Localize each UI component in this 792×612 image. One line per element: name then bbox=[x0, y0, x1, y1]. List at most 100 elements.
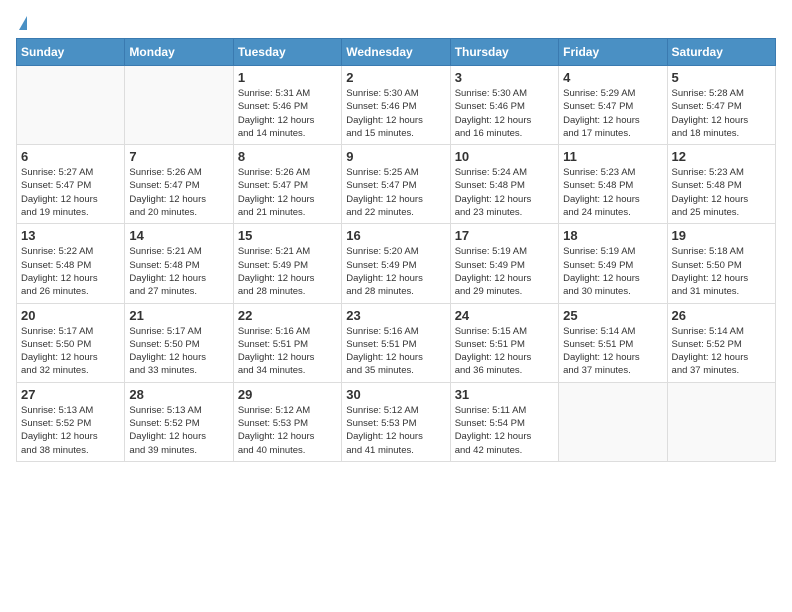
calendar-day-cell: 11 Sunrise: 5:23 AMSunset: 5:48 PMDayligh… bbox=[559, 145, 667, 224]
day-info: Sunrise: 5:16 AMSunset: 5:51 PMDaylight:… bbox=[238, 325, 337, 378]
day-info: Sunrise: 5:19 AMSunset: 5:49 PMDaylight:… bbox=[455, 245, 554, 298]
day-number: 18 bbox=[563, 228, 662, 243]
day-info: Sunrise: 5:13 AMSunset: 5:52 PMDaylight:… bbox=[21, 404, 120, 457]
calendar-day-cell: 23 Sunrise: 5:16 AMSunset: 5:51 PMDayligh… bbox=[342, 303, 450, 382]
day-number: 20 bbox=[21, 308, 120, 323]
calendar-day-cell bbox=[125, 66, 233, 145]
calendar-day-cell: 3 Sunrise: 5:30 AMSunset: 5:46 PMDaylight… bbox=[450, 66, 558, 145]
calendar-day-cell: 2 Sunrise: 5:30 AMSunset: 5:46 PMDaylight… bbox=[342, 66, 450, 145]
day-number: 1 bbox=[238, 70, 337, 85]
day-info: Sunrise: 5:25 AMSunset: 5:47 PMDaylight:… bbox=[346, 166, 445, 219]
calendar-week-row: 6Sunrise: 5:27 AMSunset: 5:47 PMDaylight… bbox=[17, 145, 776, 224]
calendar-day-cell: 20Sunrise: 5:17 AMSunset: 5:50 PMDayligh… bbox=[17, 303, 125, 382]
calendar-week-row: 27 Sunrise: 5:13 AMSunset: 5:52 PMDayligh… bbox=[17, 382, 776, 461]
page-header bbox=[16, 16, 776, 30]
calendar-day-cell bbox=[667, 382, 775, 461]
day-info: Sunrise: 5:26 AMSunset: 5:47 PMDaylight:… bbox=[129, 166, 228, 219]
day-number: 14 bbox=[129, 228, 228, 243]
day-info: Sunrise: 5:30 AMSunset: 5:46 PMDaylight:… bbox=[455, 87, 554, 140]
day-info: Sunrise: 5:18 AMSunset: 5:50 PMDaylight:… bbox=[672, 245, 771, 298]
day-number: 6 bbox=[21, 149, 120, 164]
day-number: 5 bbox=[672, 70, 771, 85]
calendar-week-row: 1 Sunrise: 5:31 AMSunset: 5:46 PMDaylight… bbox=[17, 66, 776, 145]
calendar-day-cell: 21 Sunrise: 5:17 AMSunset: 5:50 PMDayligh… bbox=[125, 303, 233, 382]
day-info: Sunrise: 5:29 AMSunset: 5:47 PMDaylight:… bbox=[563, 87, 662, 140]
calendar-day-cell: 9 Sunrise: 5:25 AMSunset: 5:47 PMDaylight… bbox=[342, 145, 450, 224]
calendar-day-cell bbox=[17, 66, 125, 145]
calendar-day-cell: 27 Sunrise: 5:13 AMSunset: 5:52 PMDayligh… bbox=[17, 382, 125, 461]
calendar-day-cell: 31 Sunrise: 5:11 AMSunset: 5:54 PMDayligh… bbox=[450, 382, 558, 461]
day-info: Sunrise: 5:28 AMSunset: 5:47 PMDaylight:… bbox=[672, 87, 771, 140]
day-info: Sunrise: 5:31 AMSunset: 5:46 PMDaylight:… bbox=[238, 87, 337, 140]
weekday-header-sunday: Sunday bbox=[17, 39, 125, 66]
day-number: 10 bbox=[455, 149, 554, 164]
day-number: 11 bbox=[563, 149, 662, 164]
logo-triangle-icon bbox=[19, 16, 27, 30]
day-number: 7 bbox=[129, 149, 228, 164]
day-info: Sunrise: 5:23 AMSunset: 5:48 PMDaylight:… bbox=[563, 166, 662, 219]
day-number: 21 bbox=[129, 308, 228, 323]
day-info: Sunrise: 5:12 AMSunset: 5:53 PMDaylight:… bbox=[238, 404, 337, 457]
day-info: Sunrise: 5:30 AMSunset: 5:46 PMDaylight:… bbox=[346, 87, 445, 140]
calendar-day-cell: 14Sunrise: 5:21 AMSunset: 5:48 PMDayligh… bbox=[125, 224, 233, 303]
calendar-day-cell bbox=[559, 382, 667, 461]
day-number: 9 bbox=[346, 149, 445, 164]
day-number: 24 bbox=[455, 308, 554, 323]
day-info: Sunrise: 5:12 AMSunset: 5:53 PMDaylight:… bbox=[346, 404, 445, 457]
day-info: Sunrise: 5:26 AMSunset: 5:47 PMDaylight:… bbox=[238, 166, 337, 219]
day-info: Sunrise: 5:23 AMSunset: 5:48 PMDaylight:… bbox=[672, 166, 771, 219]
day-number: 28 bbox=[129, 387, 228, 402]
calendar-day-cell: 28 Sunrise: 5:13 AMSunset: 5:52 PMDayligh… bbox=[125, 382, 233, 461]
weekday-header-wednesday: Wednesday bbox=[342, 39, 450, 66]
calendar-day-cell: 29 Sunrise: 5:12 AMSunset: 5:53 PMDayligh… bbox=[233, 382, 341, 461]
day-info: Sunrise: 5:21 AMSunset: 5:49 PMDaylight:… bbox=[238, 245, 337, 298]
weekday-header-thursday: Thursday bbox=[450, 39, 558, 66]
day-info: Sunrise: 5:17 AMSunset: 5:50 PMDaylight:… bbox=[129, 325, 228, 378]
day-number: 29 bbox=[238, 387, 337, 402]
calendar-day-cell: 10 Sunrise: 5:24 AMSunset: 5:48 PMDayligh… bbox=[450, 145, 558, 224]
day-number: 27 bbox=[21, 387, 120, 402]
calendar-day-cell: 8 Sunrise: 5:26 AMSunset: 5:47 PMDaylight… bbox=[233, 145, 341, 224]
day-info: Sunrise: 5:11 AMSunset: 5:54 PMDaylight:… bbox=[455, 404, 554, 457]
day-number: 16 bbox=[346, 228, 445, 243]
day-number: 31 bbox=[455, 387, 554, 402]
calendar-day-cell: 1 Sunrise: 5:31 AMSunset: 5:46 PMDaylight… bbox=[233, 66, 341, 145]
calendar-header-row: SundayMondayTuesdayWednesdayThursdayFrid… bbox=[17, 39, 776, 66]
calendar-day-cell: 26Sunrise: 5:14 AMSunset: 5:52 PMDayligh… bbox=[667, 303, 775, 382]
day-number: 30 bbox=[346, 387, 445, 402]
day-number: 22 bbox=[238, 308, 337, 323]
day-info: Sunrise: 5:13 AMSunset: 5:52 PMDaylight:… bbox=[129, 404, 228, 457]
calendar-week-row: 13Sunrise: 5:22 AMSunset: 5:48 PMDayligh… bbox=[17, 224, 776, 303]
weekday-header-saturday: Saturday bbox=[667, 39, 775, 66]
day-number: 4 bbox=[563, 70, 662, 85]
day-number: 8 bbox=[238, 149, 337, 164]
day-number: 25 bbox=[563, 308, 662, 323]
day-number: 2 bbox=[346, 70, 445, 85]
day-info: Sunrise: 5:14 AMSunset: 5:51 PMDaylight:… bbox=[563, 325, 662, 378]
day-info: Sunrise: 5:16 AMSunset: 5:51 PMDaylight:… bbox=[346, 325, 445, 378]
calendar-day-cell: 5 Sunrise: 5:28 AMSunset: 5:47 PMDaylight… bbox=[667, 66, 775, 145]
weekday-header-tuesday: Tuesday bbox=[233, 39, 341, 66]
day-number: 17 bbox=[455, 228, 554, 243]
day-info: Sunrise: 5:22 AMSunset: 5:48 PMDaylight:… bbox=[21, 245, 120, 298]
logo bbox=[16, 16, 27, 30]
calendar-day-cell: 12 Sunrise: 5:23 AMSunset: 5:48 PMDayligh… bbox=[667, 145, 775, 224]
day-number: 12 bbox=[672, 149, 771, 164]
day-info: Sunrise: 5:24 AMSunset: 5:48 PMDaylight:… bbox=[455, 166, 554, 219]
calendar-day-cell: 17 Sunrise: 5:19 AMSunset: 5:49 PMDayligh… bbox=[450, 224, 558, 303]
day-info: Sunrise: 5:19 AMSunset: 5:49 PMDaylight:… bbox=[563, 245, 662, 298]
calendar-day-cell: 16Sunrise: 5:20 AMSunset: 5:49 PMDayligh… bbox=[342, 224, 450, 303]
day-number: 3 bbox=[455, 70, 554, 85]
calendar-day-cell: 24 Sunrise: 5:15 AMSunset: 5:51 PMDayligh… bbox=[450, 303, 558, 382]
calendar-day-cell: 30 Sunrise: 5:12 AMSunset: 5:53 PMDayligh… bbox=[342, 382, 450, 461]
weekday-header-monday: Monday bbox=[125, 39, 233, 66]
day-number: 23 bbox=[346, 308, 445, 323]
day-number: 26 bbox=[672, 308, 771, 323]
calendar-day-cell: 13Sunrise: 5:22 AMSunset: 5:48 PMDayligh… bbox=[17, 224, 125, 303]
day-number: 19 bbox=[672, 228, 771, 243]
calendar-day-cell: 18 Sunrise: 5:19 AMSunset: 5:49 PMDayligh… bbox=[559, 224, 667, 303]
calendar-day-cell: 4 Sunrise: 5:29 AMSunset: 5:47 PMDaylight… bbox=[559, 66, 667, 145]
calendar-day-cell: 22 Sunrise: 5:16 AMSunset: 5:51 PMDayligh… bbox=[233, 303, 341, 382]
day-info: Sunrise: 5:15 AMSunset: 5:51 PMDaylight:… bbox=[455, 325, 554, 378]
day-number: 15 bbox=[238, 228, 337, 243]
